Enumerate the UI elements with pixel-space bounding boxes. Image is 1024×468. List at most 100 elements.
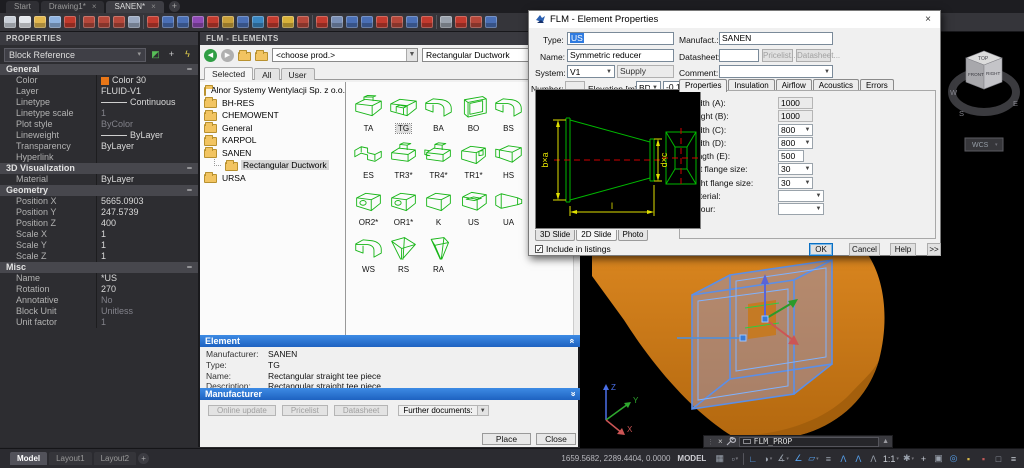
lineweight-display-icon[interactable]: ≡ [822, 452, 835, 465]
element-action-button[interactable]: Pricelist [282, 405, 328, 416]
select-objects-icon[interactable]: ◩ [149, 48, 162, 61]
property-value[interactable]: FLUID-V1 [96, 86, 198, 97]
grid-toggle-icon[interactable]: ▦ [713, 452, 726, 465]
dimension-control[interactable]: 30 ▼ [778, 177, 813, 189]
property-row[interactable]: Transparency ByLayer [0, 141, 198, 152]
property-value[interactable]: No [96, 295, 198, 306]
collapse-up-icon[interactable]: « [566, 338, 578, 343]
property-row[interactable]: Position X 5665.0903 [0, 196, 198, 207]
property-section-header[interactable]: 3D Visualization − [0, 163, 198, 174]
element-cell[interactable]: BO [456, 86, 491, 133]
drag-grip-icon[interactable]: ⋮ [707, 438, 715, 446]
property-value[interactable]: 1 [96, 108, 198, 119]
annotation-visibility-icon[interactable]: Λ [837, 452, 850, 465]
dimension-control[interactable]: 1000 [778, 110, 813, 122]
slide-tab[interactable]: 3D Slide [535, 230, 575, 241]
flm-tab[interactable]: Selected [204, 67, 253, 80]
close-icon[interactable]: × [922, 14, 934, 25]
property-value[interactable]: Unitless [96, 306, 198, 317]
property-value[interactable]: Continuous [96, 97, 198, 108]
property-row[interactable]: Hyperlink [0, 152, 198, 163]
property-value[interactable]: Color 30 [96, 75, 198, 86]
ortho-mode-icon[interactable]: ∟ [746, 452, 759, 465]
property-value[interactable]: 1 [96, 229, 198, 240]
flm-flag-icon[interactable] [222, 16, 234, 28]
layer-tool-1-icon[interactable] [440, 16, 452, 28]
hvac-fitting-2-icon[interactable] [331, 16, 343, 28]
property-row[interactable]: Unit factor 1 [0, 317, 198, 328]
element-cell[interactable]: TA [351, 86, 386, 133]
dialog-button[interactable]: Cancel [849, 243, 880, 256]
dialog-tab[interactable]: Properties [679, 79, 727, 92]
element-cell[interactable]: TR1* [456, 133, 491, 180]
layer-tool-4-icon[interactable] [485, 16, 497, 28]
command-line-bar[interactable]: ⋮ × FLM_PROP ▲ [703, 435, 893, 448]
toggle-pickad-icon[interactable]: + [165, 48, 178, 61]
element-cell[interactable]: K [421, 180, 456, 227]
property-value[interactable]: ByColor [96, 119, 198, 130]
property-row[interactable]: Name *US [0, 273, 198, 284]
close-tab-icon[interactable]: × [92, 1, 97, 13]
flm-marker-icon[interactable] [207, 16, 219, 28]
hamburger-menu-icon[interactable]: ≡ [1007, 452, 1020, 465]
hvac-fitting-5-icon[interactable] [376, 16, 388, 28]
collapse-icon[interactable]: − [187, 64, 192, 75]
property-row[interactable]: Annotative No [0, 295, 198, 306]
view-cube[interactable]: W S E TOP FRONT RIGHT WCS ▾ [948, 42, 1020, 160]
toolbar-separator[interactable] [143, 15, 144, 29]
polar-tracking-icon[interactable]: ∡ ▾ [776, 452, 790, 465]
flm-export-icon[interactable] [297, 16, 309, 28]
annotation-autoscale-icon[interactable]: Λ [852, 452, 865, 465]
slide-tab[interactable]: 2D Slide [576, 230, 616, 241]
element-action-button[interactable]: Online update [208, 405, 276, 416]
element-cell[interactable]: HS [491, 133, 526, 180]
datasheet-button[interactable]: Datasheet... [796, 49, 831, 62]
dimension-control[interactable]: 800 ▼ [778, 124, 813, 136]
system-select[interactable]: V1▼ [567, 65, 615, 78]
property-section-header[interactable]: Misc − [0, 262, 198, 273]
element-cell[interactable]: BS [491, 86, 526, 133]
dialog-button[interactable]: Help [890, 243, 916, 256]
property-value[interactable] [96, 152, 198, 163]
quick-properties-icon[interactable]: ▪ [977, 452, 990, 465]
element-cell[interactable]: WS [351, 227, 386, 274]
property-row[interactable]: Rotation 270 [0, 284, 198, 295]
element-info-header[interactable]: Element « [200, 335, 580, 347]
flm-view-tool-1-icon[interactable] [162, 16, 174, 28]
new-drawing-icon[interactable] [4, 16, 16, 28]
flm-duct-tool-4-icon[interactable] [128, 16, 140, 28]
snap-mode-icon[interactable]: ▫ ▾ [728, 452, 741, 465]
flm-list-icon[interactable] [147, 16, 159, 28]
close-button[interactable]: Close [536, 433, 576, 445]
model-space-toggle[interactable]: MODEL [677, 454, 706, 463]
hvac-fitting-7-icon[interactable] [406, 16, 418, 28]
annotation-scale-control[interactable]: 1:1 ▾ [882, 452, 900, 465]
tree-item[interactable]: General [200, 122, 345, 135]
wrench-icon[interactable] [726, 437, 736, 446]
dimension-control[interactable]: 1000 [778, 97, 813, 109]
layer-tool-2-icon[interactable] [455, 16, 467, 28]
property-value[interactable]: 247.5739 [96, 207, 198, 218]
element-cell[interactable]: RS [386, 227, 421, 274]
property-row[interactable]: Scale Y 1 [0, 240, 198, 251]
layer-tool-3-icon[interactable] [470, 16, 482, 28]
comment-select[interactable]: ▼ [719, 65, 833, 78]
flm-duct-tool-2-icon[interactable] [98, 16, 110, 28]
property-row[interactable]: Layer FLUID-V1 [0, 86, 198, 97]
open-drawing-icon[interactable] [19, 16, 31, 28]
property-section-header[interactable]: General − [0, 64, 198, 75]
isolate-objects-icon[interactable]: □ [992, 452, 1005, 465]
element-cell[interactable]: US [456, 180, 491, 227]
expand-command-icon[interactable]: ▲ [882, 438, 889, 445]
property-row[interactable]: Position Z 400 [0, 218, 198, 229]
dimension-control[interactable]: 500 [778, 150, 804, 162]
collapse-icon[interactable]: − [187, 262, 192, 273]
place-button[interactable]: Place [482, 433, 531, 445]
property-row[interactable]: Material ByLayer [0, 174, 198, 185]
property-row[interactable]: Linetype Continuous [0, 97, 198, 108]
producer-combo[interactable]: <choose prod.> ▼ [272, 48, 418, 62]
property-row[interactable]: Linetype scale 1 [0, 108, 198, 119]
property-row[interactable]: Lineweight ByLayer [0, 130, 198, 141]
annotation-static-icon[interactable]: Λ [867, 452, 880, 465]
layout-tab[interactable]: Model [10, 452, 47, 465]
